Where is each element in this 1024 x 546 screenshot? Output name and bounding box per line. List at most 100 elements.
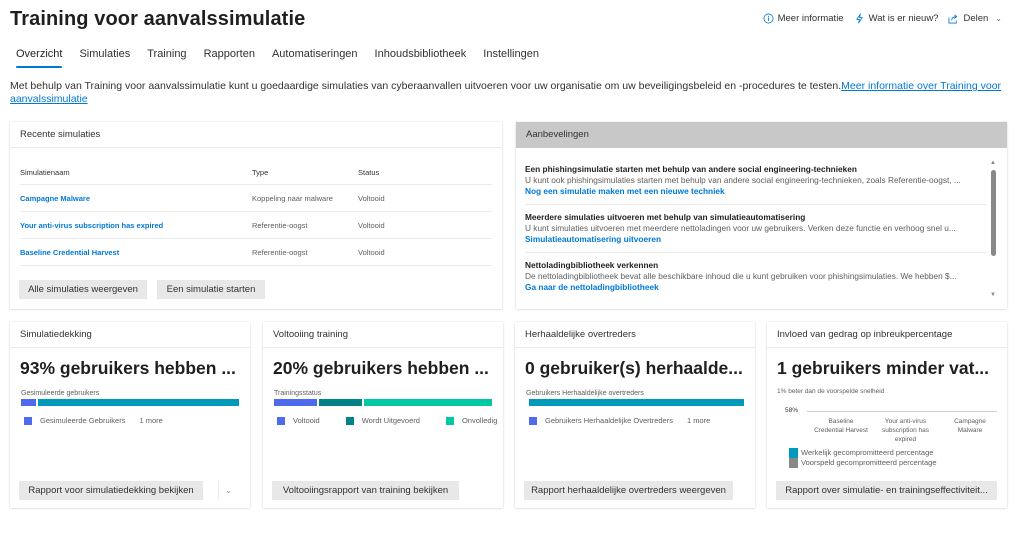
bar-segment[interactable] bbox=[38, 399, 239, 406]
scrollbar-thumb[interactable] bbox=[991, 170, 996, 256]
legend-label: Onvolledig bbox=[461, 416, 498, 425]
simulation-type: Referentie-oogst bbox=[252, 247, 308, 257]
top-actions: Meer informatie Wat is er nieuw? Delen ⌄ bbox=[763, 13, 1002, 24]
legend-more-link[interactable]: 1 more bbox=[687, 416, 710, 425]
recommendation-link[interactable]: Simulatieautomatisering uitvoeren bbox=[525, 234, 987, 245]
bar-segment[interactable] bbox=[21, 399, 37, 406]
legend-label: Wordt Uitgevoerd bbox=[361, 416, 420, 425]
tab-inhoudsbibliotheek[interactable]: Inhoudsbibliotheek bbox=[375, 48, 467, 68]
tab-rapporten[interactable]: Rapporten bbox=[204, 48, 255, 68]
info-icon bbox=[763, 13, 774, 24]
bar-label: Trainingsstatus bbox=[274, 390, 322, 397]
tab-bar: Overzicht Simulaties Training Rapporten … bbox=[16, 48, 539, 68]
recommendation-title: Een phishingsimulatie starten met behulp… bbox=[525, 164, 857, 174]
whats-new-button[interactable]: Wat is er nieuw? bbox=[854, 13, 938, 24]
card-title: Invloed van gedrag op inbreukpercentage bbox=[767, 322, 1007, 348]
legend-more-link[interactable]: 1 more bbox=[139, 416, 162, 425]
legend: Voltooid Wordt Uitgevoerd Onvolledig bbox=[277, 416, 497, 425]
legend-item[interactable]: Wordt Uitgevoerd bbox=[345, 416, 420, 425]
simulation-type: Koppeling naar malware bbox=[252, 193, 333, 203]
table-header: Simulatienaam Type Status bbox=[20, 160, 492, 185]
tab-overzicht[interactable]: Overzicht bbox=[16, 48, 63, 68]
start-simulation-button[interactable]: Een simulatie starten bbox=[157, 280, 265, 299]
bar-label: Gesimuleerde gebruikers bbox=[21, 390, 100, 397]
legend-item[interactable]: Werkelijk gecompromitteerd percentage bbox=[789, 448, 937, 458]
legend-item[interactable]: Voltooid bbox=[277, 416, 320, 425]
table-row: Campagne Malware Koppeling naar malware … bbox=[20, 185, 492, 212]
legend: Gebruikers Herhaaldelijke Overtreders 1 … bbox=[529, 416, 710, 425]
chevron-down-icon[interactable]: ⌄ bbox=[218, 481, 238, 500]
stacked-bar bbox=[529, 399, 744, 406]
recommendation-link[interactable]: Nog een simulatie maken met een nieuwe t… bbox=[525, 186, 987, 197]
legend-swatch bbox=[445, 416, 454, 425]
tab-instellingen[interactable]: Instellingen bbox=[483, 48, 539, 68]
recommendation-title: Meerdere simulaties uitvoeren met behulp… bbox=[525, 212, 806, 222]
recommendations-list: Een phishingsimulatie starten met behulp… bbox=[525, 164, 987, 307]
scroll-up-arrow-icon[interactable]: ▲ bbox=[989, 160, 997, 166]
table-row: Your anti-virus subscription has expired… bbox=[20, 212, 492, 239]
headline-metric: 93% gebruikers hebben ... bbox=[20, 358, 236, 378]
tab-simulaties[interactable]: Simulaties bbox=[79, 48, 130, 68]
legend-item[interactable]: Onvolledig bbox=[445, 416, 498, 425]
legend-swatch bbox=[789, 458, 798, 468]
legend-swatch bbox=[345, 416, 354, 425]
list-item: Nettoladingbibliotheek verkennen De nett… bbox=[525, 260, 987, 300]
share-icon bbox=[948, 14, 958, 24]
y-axis-label: 58% bbox=[785, 407, 799, 414]
lightning-icon bbox=[855, 13, 863, 24]
repeat-offenders-report-button[interactable]: Rapport herhaaldelijke overtreders weerg… bbox=[524, 481, 733, 500]
tab-automatiseringen[interactable]: Automatiseringen bbox=[272, 48, 358, 68]
x-axis-categories: Baseline Credential Harvest Your anti-vi… bbox=[813, 417, 998, 444]
bar-segment[interactable] bbox=[363, 399, 492, 406]
simulation-link[interactable]: Baseline Credential Harvest bbox=[20, 248, 119, 257]
bar-segment[interactable] bbox=[529, 399, 744, 406]
share-button[interactable]: Delen ⌄ bbox=[948, 13, 1002, 24]
axis-gridline bbox=[807, 411, 997, 412]
simulation-coverage-card: Simulatiedekking 93% gebruikers hebben .… bbox=[10, 322, 250, 508]
behavior-impact-card: Invloed van gedrag op inbreukpercentage … bbox=[767, 322, 1007, 508]
recommendation-description: U kunt simulaties uitvoeren met meerdere… bbox=[525, 223, 956, 233]
headline-metric: 1 gebruikers minder vat... bbox=[777, 358, 990, 378]
view-all-simulations-button[interactable]: Alle simulaties weergeven bbox=[19, 280, 147, 299]
scroll-down-arrow-icon[interactable]: ▼ bbox=[989, 292, 997, 298]
column-header-type[interactable]: Type bbox=[252, 168, 358, 177]
card-title: Aanbevelingen bbox=[516, 122, 1007, 148]
repeat-offenders-card: Herhaaldelijke overtreders 0 gebruiker(s… bbox=[515, 322, 755, 508]
legend-item[interactable]: Voorspeld gecompromitteerd percentage bbox=[789, 458, 937, 468]
simulations-table: Simulatienaam Type Status Campagne Malwa… bbox=[20, 160, 492, 266]
column-header-name[interactable]: Simulatienaam bbox=[20, 168, 252, 177]
effectiveness-report-button[interactable]: Rapport over simulatie- en trainingseffe… bbox=[776, 481, 997, 500]
simulation-link[interactable]: Your anti-virus subscription has expired bbox=[20, 221, 163, 230]
recommendations-card: Aanbevelingen Een phishingsimulatie star… bbox=[516, 122, 1007, 309]
legend-item[interactable]: Gebruikers Herhaaldelijke Overtreders bbox=[529, 416, 673, 425]
card-title: Herhaaldelijke overtreders bbox=[515, 322, 755, 348]
subtitle: 1% beter dan de voorspelde snelheid bbox=[777, 388, 885, 395]
page-title: Training voor aanvalssimulatie bbox=[10, 8, 306, 30]
share-label: Delen bbox=[963, 13, 989, 24]
training-report-button[interactable]: Voltooiingsrapport van training bekijken bbox=[272, 481, 459, 500]
more-info-button[interactable]: Meer informatie bbox=[763, 13, 844, 24]
bar-segment[interactable] bbox=[274, 399, 317, 406]
legend-label: Gebruikers Herhaaldelijke Overtreders bbox=[545, 416, 673, 425]
legend-label: Voorspeld gecompromitteerd percentage bbox=[801, 458, 937, 467]
scrollbar[interactable]: ▲ ▼ bbox=[989, 160, 997, 298]
recommendation-link[interactable]: Ga naar de nettoladingbibliotheek bbox=[525, 282, 987, 293]
card-title: Voltooiing training bbox=[263, 322, 503, 348]
tab-training[interactable]: Training bbox=[147, 48, 186, 68]
headline-metric: 20% gebruikers hebben ... bbox=[273, 358, 489, 378]
simulation-type: Referentie-oogst bbox=[252, 220, 308, 230]
legend-label: Voltooid bbox=[293, 416, 320, 425]
stacked-bar bbox=[274, 399, 492, 406]
simulation-status: Voltooid bbox=[358, 220, 385, 230]
column-header-status[interactable]: Status bbox=[358, 168, 492, 177]
more-info-label: Meer informatie bbox=[777, 13, 844, 24]
x-tick-label: Baseline Credential Harvest bbox=[814, 418, 868, 434]
training-completion-card: Voltooiing training 20% gebruikers hebbe… bbox=[263, 322, 503, 508]
coverage-report-button[interactable]: Rapport voor simulatiedekking bekijken bbox=[19, 481, 203, 500]
bar-segment[interactable] bbox=[318, 399, 362, 406]
legend-swatch bbox=[24, 416, 32, 425]
simulation-link[interactable]: Campagne Malware bbox=[20, 194, 90, 203]
headline-metric: 0 gebruiker(s) herhaalde... bbox=[525, 358, 743, 378]
recommendation-description: U kunt ook phishingsimulaties starten me… bbox=[525, 175, 961, 185]
legend-item[interactable]: Gesimuleerde Gebruikers bbox=[24, 416, 125, 425]
